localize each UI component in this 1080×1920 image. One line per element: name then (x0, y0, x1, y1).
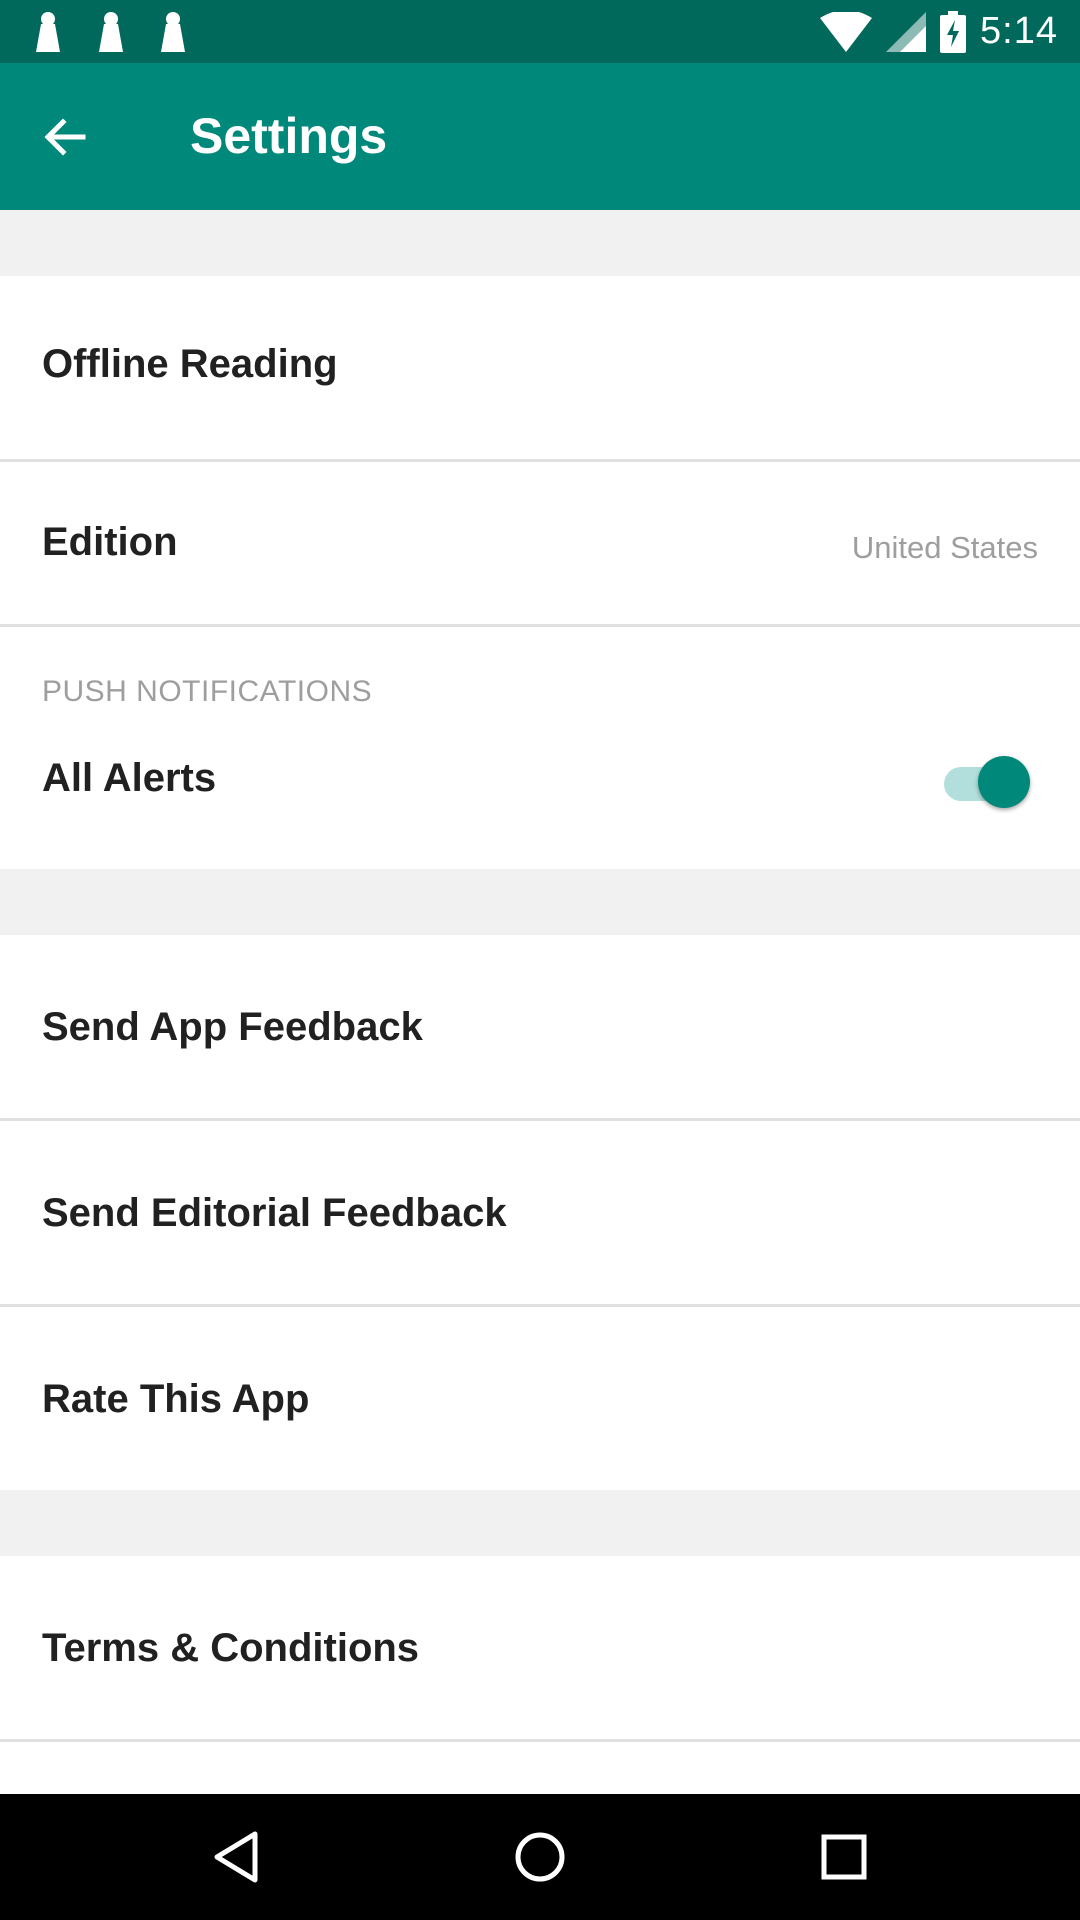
status-time: 5:14 (980, 10, 1058, 52)
push-notifications-section: PUSH NOTIFICATIONS All Alerts (0, 627, 1080, 869)
section-gap (0, 1490, 1080, 1556)
status-bar-system-icons: 5:14 (820, 0, 1058, 63)
toggle-thumb (978, 756, 1030, 808)
edition-label: Edition (42, 520, 178, 564)
nav-back-button[interactable] (201, 1822, 271, 1892)
rate-this-app-item[interactable]: Rate This App (0, 1307, 1080, 1490)
notification-icon (36, 12, 60, 52)
offline-reading-item[interactable]: Offline Reading (0, 276, 1080, 459)
all-alerts-label: All Alerts (42, 756, 217, 800)
back-button[interactable] (30, 102, 100, 172)
status-bar: 5:14 (0, 0, 1080, 63)
arrow-back-icon (44, 118, 86, 156)
notification-icon (99, 12, 123, 52)
section-gap (0, 869, 1080, 935)
app-bar: Settings (0, 63, 1080, 210)
all-alerts-toggle[interactable] (938, 753, 1030, 809)
battery-charging-icon (940, 10, 967, 53)
notification-icon (161, 12, 185, 52)
nav-recents-button[interactable] (809, 1822, 879, 1892)
nav-recents-icon (821, 1834, 867, 1880)
settings-screen: 5:14 Settings Offline Reading Edition Un… (0, 0, 1080, 1920)
offline-reading-label: Offline Reading (42, 342, 338, 386)
send-app-feedback-label: Send App Feedback (42, 1005, 423, 1049)
cell-signal-icon (886, 11, 927, 52)
terms-conditions-item[interactable]: Terms & Conditions (0, 1556, 1080, 1739)
push-notifications-header: PUSH NOTIFICATIONS (42, 675, 373, 708)
edition-value: United States (851, 530, 1038, 565)
divider (0, 1739, 1080, 1742)
edition-item[interactable]: Edition United States (0, 462, 1080, 624)
send-editorial-feedback-item[interactable]: Send Editorial Feedback (0, 1121, 1080, 1304)
wifi-icon (820, 11, 873, 52)
nav-back-icon (214, 1831, 258, 1883)
nav-home-icon (515, 1832, 565, 1882)
nav-home-button[interactable] (505, 1822, 575, 1892)
terms-conditions-label: Terms & Conditions (42, 1626, 420, 1670)
navigation-bar (0, 1794, 1080, 1920)
send-editorial-feedback-label: Send Editorial Feedback (42, 1191, 507, 1235)
page-title: Settings (190, 108, 388, 164)
section-gap (0, 210, 1080, 276)
send-app-feedback-item[interactable]: Send App Feedback (0, 935, 1080, 1118)
rate-this-app-label: Rate This App (42, 1377, 310, 1421)
